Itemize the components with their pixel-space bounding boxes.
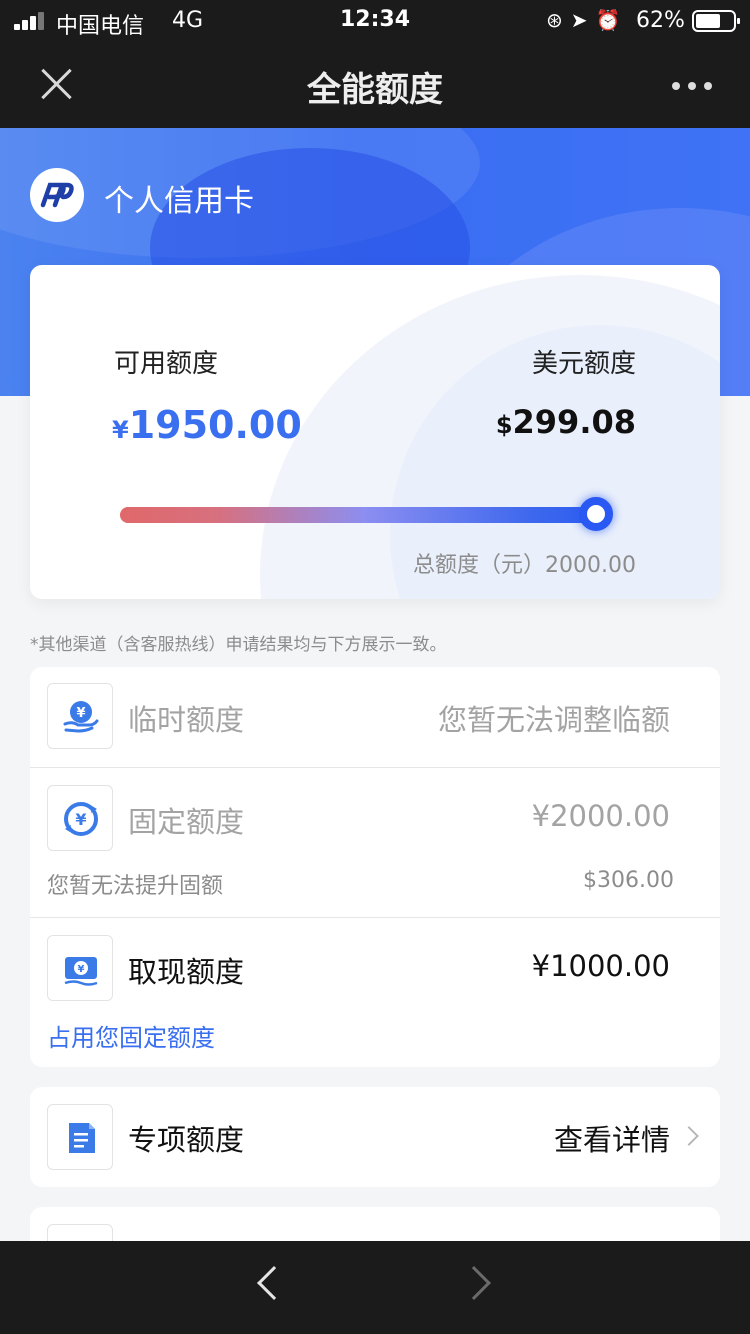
special-limit-title: 专项额度: [128, 1123, 245, 1157]
cash-limit-title: 取现额度: [128, 955, 245, 989]
temporary-limit-title: 临时额度: [128, 703, 245, 737]
temporary-limit-icon: ¥: [47, 683, 113, 749]
svg-text:¥: ¥: [76, 706, 85, 721]
alarm-icon: ⏰: [595, 8, 629, 32]
fixed-limit-title: 固定额度: [128, 805, 245, 839]
limit-progress-bar: [120, 507, 608, 523]
usd-limit-label: 美元额度: [531, 349, 636, 379]
fixed-limit-status: 您暂无法提升固额: [47, 874, 224, 899]
svg-text:¥: ¥: [75, 810, 86, 829]
forward-arrow-icon[interactable]: [457, 1266, 491, 1300]
top-bar: 中国电信 4G 12:34 ⊛➤⏰ 62% 全能额度: [0, 0, 750, 128]
notice-text: *其他渠道（含客服热线）申请结果均与下方展示一致。: [30, 635, 447, 655]
cash-limit-link[interactable]: 占用您固定额度: [47, 1018, 215, 1053]
bottom-nav-bar: [0, 1241, 750, 1334]
bank-logo-icon: [30, 168, 84, 222]
special-limit-icon: [47, 1104, 113, 1170]
battery-icon: [692, 10, 740, 32]
temporary-limit-status: 您暂无法调整临额: [437, 703, 670, 737]
available-limit-amount: ¥1950.00: [112, 403, 302, 447]
fixed-limit-usd: $306.00: [583, 868, 674, 893]
cash-limit-row[interactable]: ¥ 取现额度 ¥1000.00 占用您固定额度: [30, 918, 720, 1067]
chevron-right-icon: [679, 1126, 699, 1146]
total-limit-text: 总额度（元）2000.00: [413, 553, 636, 578]
card-type-label: 个人信用卡: [104, 184, 254, 219]
available-limit-label: 可用额度: [114, 349, 219, 379]
orientation-lock-icon: ⊛: [546, 8, 571, 32]
cash-limit-amount: ¥1000.00: [531, 949, 670, 983]
special-limit-action[interactable]: 查看详情: [554, 1117, 670, 1159]
nav-bar: 全能额度: [0, 44, 750, 128]
cash-limit-icon: ¥: [47, 935, 113, 1001]
svg-text:¥: ¥: [78, 964, 85, 975]
back-arrow-icon[interactable]: [257, 1266, 291, 1300]
page-title: 全能额度: [307, 70, 443, 110]
fixed-limit-icon: ¥: [47, 785, 113, 851]
status-icons: ⊛➤⏰: [546, 8, 628, 32]
temporary-limit-row[interactable]: ¥ 临时额度 您暂无法调整临额: [30, 667, 720, 767]
battery-percent: 62%: [636, 8, 685, 33]
more-icon[interactable]: [672, 80, 716, 92]
usd-limit-amount: $299.08: [495, 403, 636, 441]
credit-summary-card: 可用额度 美元额度 ¥1950.00 $299.08 总额度（元）2000.00: [30, 265, 720, 599]
fixed-limit-amount: ¥2000.00: [531, 799, 670, 833]
limit-progress-knob: [578, 497, 613, 531]
location-icon: ➤: [570, 8, 596, 32]
status-bar: 中国电信 4G 12:34 ⊛➤⏰ 62%: [0, 0, 750, 44]
special-limit-card[interactable]: 专项额度 查看详情: [30, 1087, 720, 1187]
limits-list-card: ¥ 临时额度 您暂无法调整临额 ¥ 固定额度 ¥2000.00 您暂无法提升固额…: [30, 667, 720, 1067]
fixed-limit-row[interactable]: ¥ 固定额度 ¥2000.00 您暂无法提升固额 $306.00: [30, 768, 720, 917]
